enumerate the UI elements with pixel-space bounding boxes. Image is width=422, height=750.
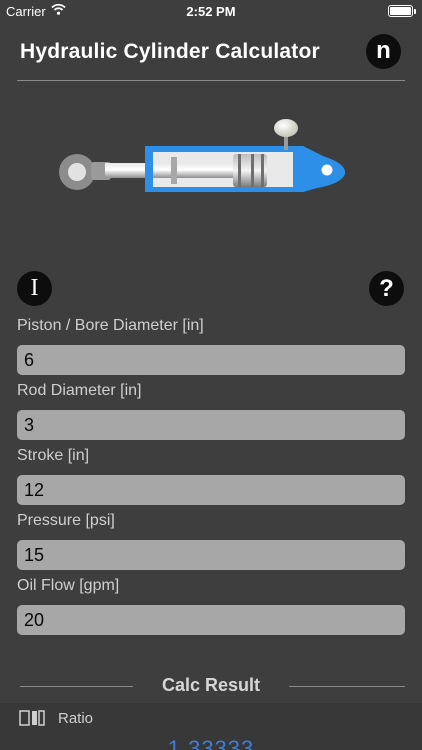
menu-button[interactable]: n <box>366 34 401 69</box>
result-divider-right <box>289 686 405 687</box>
ratio-value: 1.33333 <box>167 736 255 750</box>
stroke-input[interactable] <box>17 475 405 505</box>
stroke-label: Stroke [in] <box>17 447 90 464</box>
help-button[interactable]: ? <box>369 271 404 306</box>
pressure-input[interactable] <box>17 540 405 570</box>
bore-diameter-input[interactable] <box>17 345 405 375</box>
ratio-icon <box>19 710 45 726</box>
header-divider <box>17 80 405 81</box>
battery-icon <box>388 5 416 17</box>
rod-diameter-label: Rod Diameter [in] <box>17 382 142 399</box>
page-title: Hydraulic Cylinder Calculator <box>20 40 320 63</box>
status-bar: Carrier 2:52 PM <box>0 0 422 22</box>
ratio-label: Ratio <box>58 710 94 727</box>
status-time: 2:52 PM <box>186 4 236 19</box>
bore-diameter-label: Piston / Bore Diameter [in] <box>17 317 204 334</box>
hydraulic-cylinder-image <box>59 119 346 192</box>
ratio-panel: Ratio 1.33333 <box>0 703 422 750</box>
oil-flow-label: Oil Flow [gpm] <box>17 577 120 594</box>
info-button[interactable]: I <box>17 271 52 306</box>
pressure-label: Pressure [psi] <box>17 512 115 529</box>
rod-diameter-input[interactable] <box>17 410 405 440</box>
oil-flow-input[interactable] <box>17 605 405 635</box>
